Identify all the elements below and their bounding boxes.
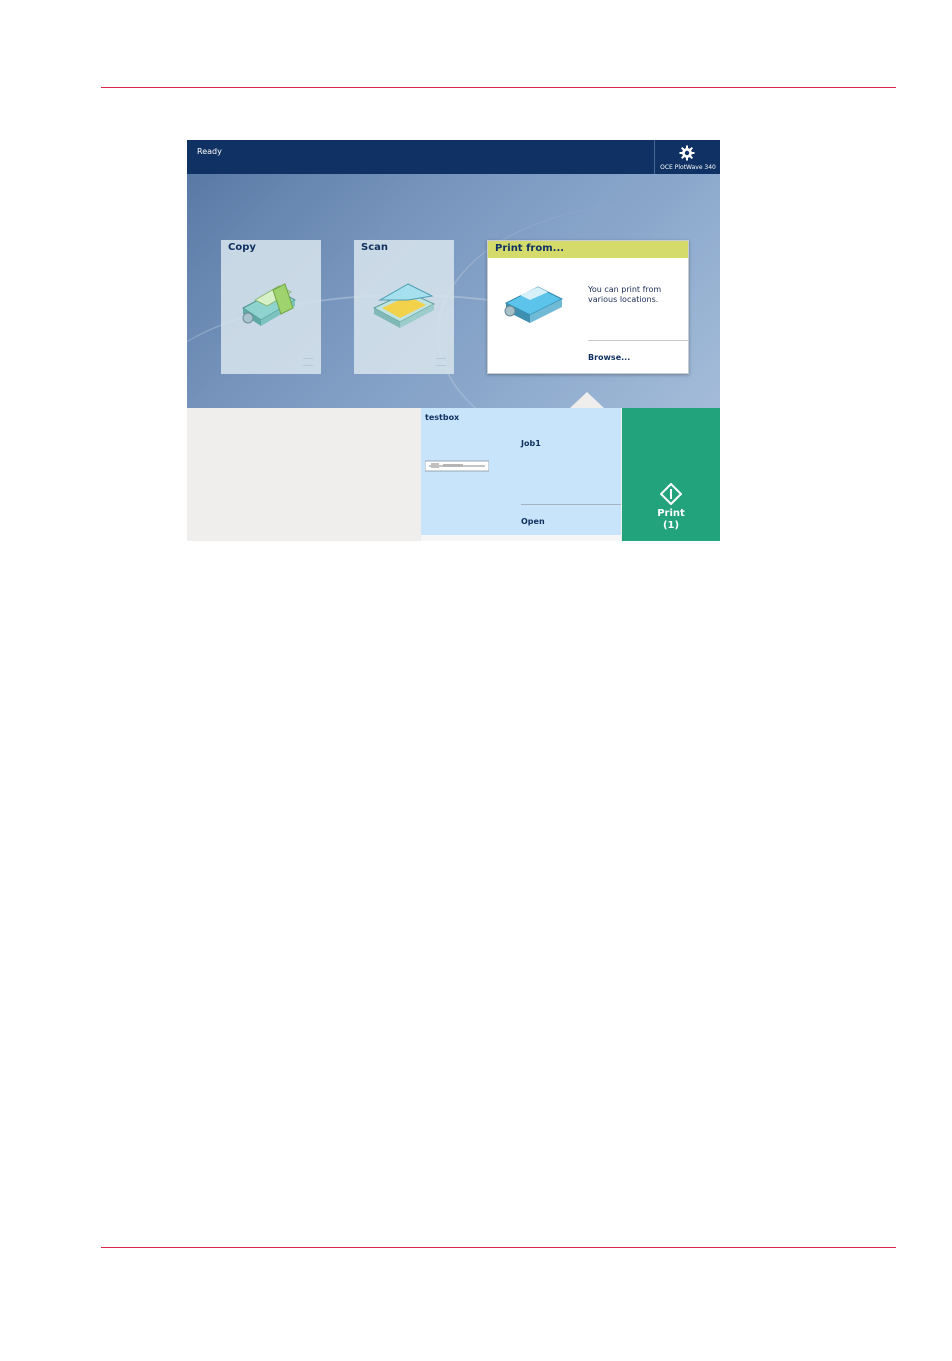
browse-button[interactable]: Browse... (588, 353, 630, 362)
copy-icon (242, 283, 297, 326)
print-job-count: (1) (662, 520, 680, 531)
printer-icon (504, 286, 564, 323)
print-button-label: Print (657, 508, 685, 519)
scan-tile[interactable]: Scan (354, 240, 454, 374)
print-from-description: You can print from various locations. (588, 285, 662, 304)
selection-pointer (570, 392, 604, 408)
copy-tile-title: Copy (228, 242, 256, 253)
top-bar: Ready OCE PlotWave 340 (187, 140, 720, 174)
print-button[interactable]: Print (1) (622, 408, 720, 541)
device-name: OCE PlotWave 340 (660, 164, 716, 171)
scan-tile-title: Scan (361, 242, 388, 253)
job-card[interactable]: testbox Job1 Open (421, 408, 621, 535)
device-settings-button[interactable]: OCE PlotWave 340 (654, 140, 720, 174)
print-from-tile[interactable]: Print from... You can print from various… (487, 240, 689, 374)
scanner-icon (372, 283, 436, 328)
start-icon (660, 483, 682, 505)
copy-tile[interactable]: Copy (221, 240, 321, 374)
open-button[interactable]: Open (521, 517, 545, 526)
job-thumbnail (425, 460, 489, 472)
status-text: Ready (197, 147, 222, 156)
job-name: Job1 (521, 439, 541, 448)
page-top-rule (101, 87, 896, 88)
gear-icon (679, 145, 695, 161)
print-from-title: Print from... (495, 243, 565, 254)
tile-area: Copy Scan Print from... You can print fr… (187, 174, 720, 408)
job-panel: testbox Job1 Open Print (1) (187, 408, 720, 541)
printer-control-panel: Ready OCE PlotWave 340 Copy Scan Print f… (187, 140, 720, 541)
job-box-name: testbox (425, 413, 460, 422)
page-bottom-rule (101, 1247, 896, 1248)
